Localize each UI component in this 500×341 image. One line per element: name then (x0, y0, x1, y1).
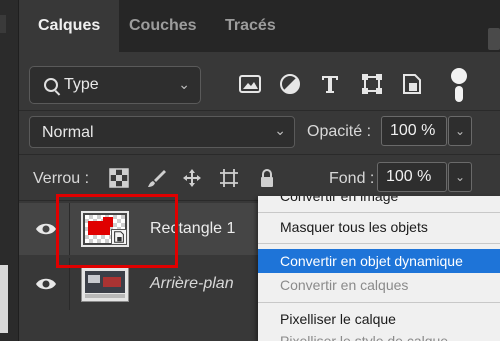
lock-fill-row: Verrou : Fond : 100 % ⌄ (19, 162, 500, 194)
visibility-eye-icon[interactable] (35, 219, 57, 239)
divider (19, 154, 500, 155)
panel-tab-bar: Calques Couches Tracés (19, 0, 500, 52)
layer-name[interactable]: Arrière-plan (150, 275, 234, 293)
panel-scroll-handle[interactable] (488, 28, 500, 50)
tab-channels[interactable]: Couches (129, 0, 197, 52)
image-filter-icon[interactable] (238, 72, 262, 96)
lock-image-pixels-icon[interactable] (147, 168, 167, 188)
menu-separator (258, 243, 500, 244)
blend-mode-value: Normal (42, 124, 94, 141)
chevron-down-icon: ⌄ (178, 76, 190, 92)
background-image-preview (82, 267, 128, 301)
adjustment-filter-icon[interactable] (278, 72, 302, 96)
toggle-track (455, 86, 463, 102)
lock-position-icon[interactable] (182, 168, 202, 188)
thumbnail-highlight-box (56, 194, 178, 268)
filter-toggle-switch[interactable] (451, 66, 467, 104)
chevron-down-icon: ⌄ (274, 122, 286, 138)
menu-item-convert-to-smart-object[interactable]: Convertir en objet dynamique (258, 249, 500, 273)
type-filter-icon[interactable] (318, 72, 342, 96)
layer-thumbnail[interactable] (81, 266, 129, 302)
layer-filter-row: Type ⌄ (19, 66, 500, 106)
menu-item-hide-all-objects[interactable]: Masquer tous les objets (258, 215, 500, 239)
filter-type-label: Type (64, 76, 99, 93)
panel-edge-tab (0, 15, 6, 33)
shape-filter-icon[interactable] (360, 72, 384, 96)
tab-layers[interactable]: Calques (19, 0, 120, 52)
blend-mode-select[interactable]: Normal ⌄ (29, 116, 295, 148)
opacity-dropdown-button[interactable]: ⌄ (448, 116, 472, 146)
fill-input[interactable]: 100 % (377, 162, 447, 192)
lock-all-icon[interactable] (257, 168, 277, 188)
fill-label: Fond : (329, 170, 375, 187)
fill-dropdown-button[interactable]: ⌄ (448, 162, 472, 192)
tab-paths[interactable]: Tracés (225, 0, 276, 52)
menu-item-convert-to-image[interactable]: Convertir en image (258, 196, 500, 208)
lock-artboard-icon[interactable] (219, 168, 239, 188)
search-icon (44, 78, 58, 92)
filter-type-select[interactable]: Type ⌄ (29, 66, 201, 104)
lock-label: Verrou : (33, 170, 90, 187)
menu-item-rasterize-layer-style: Pixelliser le style de calque (280, 333, 449, 341)
document-canvas-edge (0, 265, 8, 333)
visibility-eye-icon[interactable] (35, 274, 57, 294)
menu-item-rasterize-layer[interactable]: Pixelliser le calque (258, 307, 500, 331)
opacity-input[interactable]: 100 % (381, 116, 447, 146)
toggle-knob (451, 68, 467, 84)
opacity-label: Opacité : (307, 123, 372, 140)
blend-opacity-row: Normal ⌄ Opacité : 100 % ⌄ (19, 116, 500, 148)
divider (19, 110, 500, 111)
smart-object-filter-icon[interactable] (400, 72, 424, 96)
menu-separator (258, 302, 500, 303)
lock-transparent-pixels-icon[interactable] (109, 168, 129, 188)
menu-item-convert-to-layers: Convertir en calques (280, 277, 409, 293)
menu-separator (258, 212, 500, 213)
layer-context-menu: Convertir en image Masquer tous les obje… (258, 196, 500, 341)
left-panel-edge (0, 0, 19, 341)
